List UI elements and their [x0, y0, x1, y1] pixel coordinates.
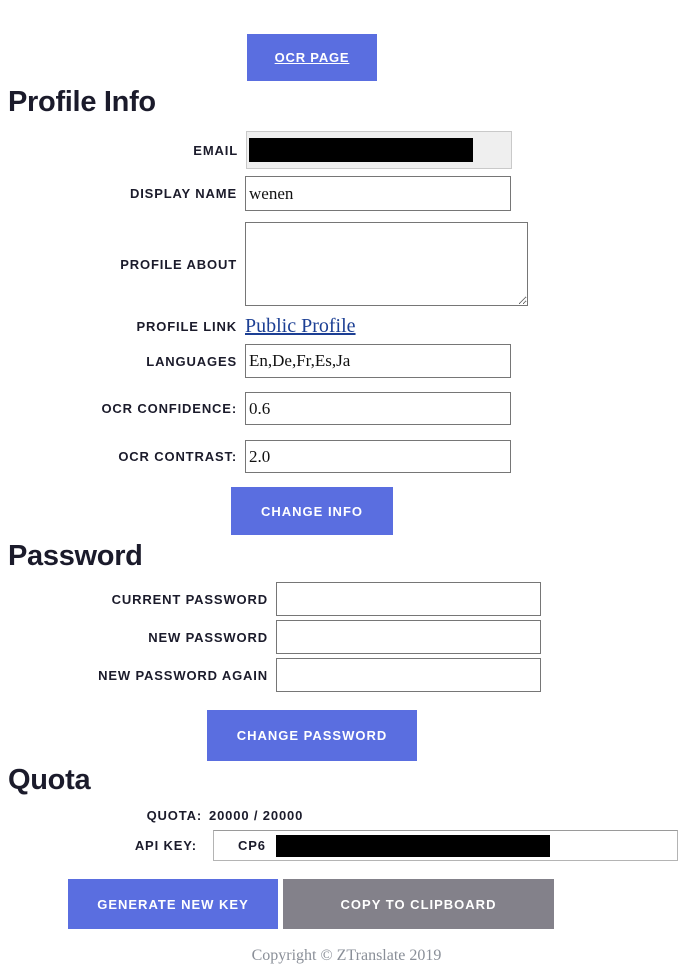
ocr-confidence-input[interactable] — [245, 392, 511, 425]
profile-about-row: PROFILE ABOUT — [0, 222, 528, 306]
ocr-confidence-row: OCR CONFIDENCE: — [0, 392, 511, 425]
top-bar: OCR PAGE — [0, 0, 693, 85]
languages-label: LANGUAGES — [146, 353, 237, 369]
account-settings-page: OCR PAGE Profile Info EMAIL DISPLAY NAME… — [0, 0, 693, 975]
ocr-contrast-row: OCR CONTRAST: — [0, 440, 511, 473]
profile-about-label: PROFILE ABOUT — [120, 256, 237, 272]
ocr-contrast-input[interactable] — [245, 440, 511, 473]
new-password-label: NEW PASSWORD — [148, 629, 268, 645]
ocr-page-button[interactable]: OCR PAGE — [247, 34, 377, 81]
profile-link-row: PROFILE LINK Public Profile — [0, 313, 520, 339]
display-name-label: DISPLAY NAME — [129, 186, 237, 201]
current-password-row: CURRENT PASSWORD — [0, 582, 541, 616]
quota-value: 20000 / 20000 — [209, 807, 304, 823]
email-row: EMAIL — [0, 131, 520, 169]
new-password-row: NEW PASSWORD — [0, 620, 541, 654]
new-password-again-label: NEW PASSWORD AGAIN — [98, 667, 268, 683]
password-heading: Password — [8, 540, 143, 572]
email-label: EMAIL — [193, 142, 238, 158]
change-info-button[interactable]: CHANGE INFO — [231, 487, 393, 535]
footer-copyright: Copyright © ZTranslate 2019 — [251, 947, 442, 964]
api-key-redaction-bar — [276, 835, 550, 857]
new-password-again-row: NEW PASSWORD AGAIN — [0, 658, 541, 692]
profile-link-label: PROFILE LINK — [136, 318, 237, 334]
current-password-input[interactable] — [276, 582, 541, 616]
current-password-label: CURRENT PASSWORD — [111, 591, 268, 607]
quota-usage-row: QUOTA: 20000 / 20000 — [0, 806, 400, 824]
generate-new-key-button[interactable]: GENERATE NEW KEY — [68, 879, 278, 929]
languages-row: LANGUAGES — [0, 344, 511, 378]
api-key-field[interactable]: CP6 — [213, 830, 678, 861]
ocr-confidence-label: OCR CONFIDENCE: — [101, 401, 237, 416]
change-password-button[interactable]: CHANGE PASSWORD — [207, 710, 417, 761]
api-key-label: API KEY: — [134, 838, 197, 853]
copy-to-clipboard-button[interactable]: COPY TO CLIPBOARD — [283, 879, 554, 929]
new-password-again-input[interactable] — [276, 658, 541, 692]
api-key-value: CP6 — [238, 838, 266, 853]
display-name-row: DISPLAY NAME — [0, 176, 511, 211]
email-redaction-bar — [249, 138, 473, 162]
profile-about-textarea[interactable] — [245, 222, 528, 306]
quota-heading: Quota — [8, 764, 91, 796]
public-profile-link[interactable]: Public Profile — [245, 315, 356, 338]
languages-input[interactable] — [245, 344, 511, 378]
display-name-input[interactable] — [245, 176, 511, 211]
ocr-contrast-label: OCR CONTRAST: — [118, 449, 237, 464]
new-password-input[interactable] — [276, 620, 541, 654]
quota-label: QUOTA: — [146, 807, 202, 823]
profile-info-heading: Profile Info — [8, 86, 156, 118]
